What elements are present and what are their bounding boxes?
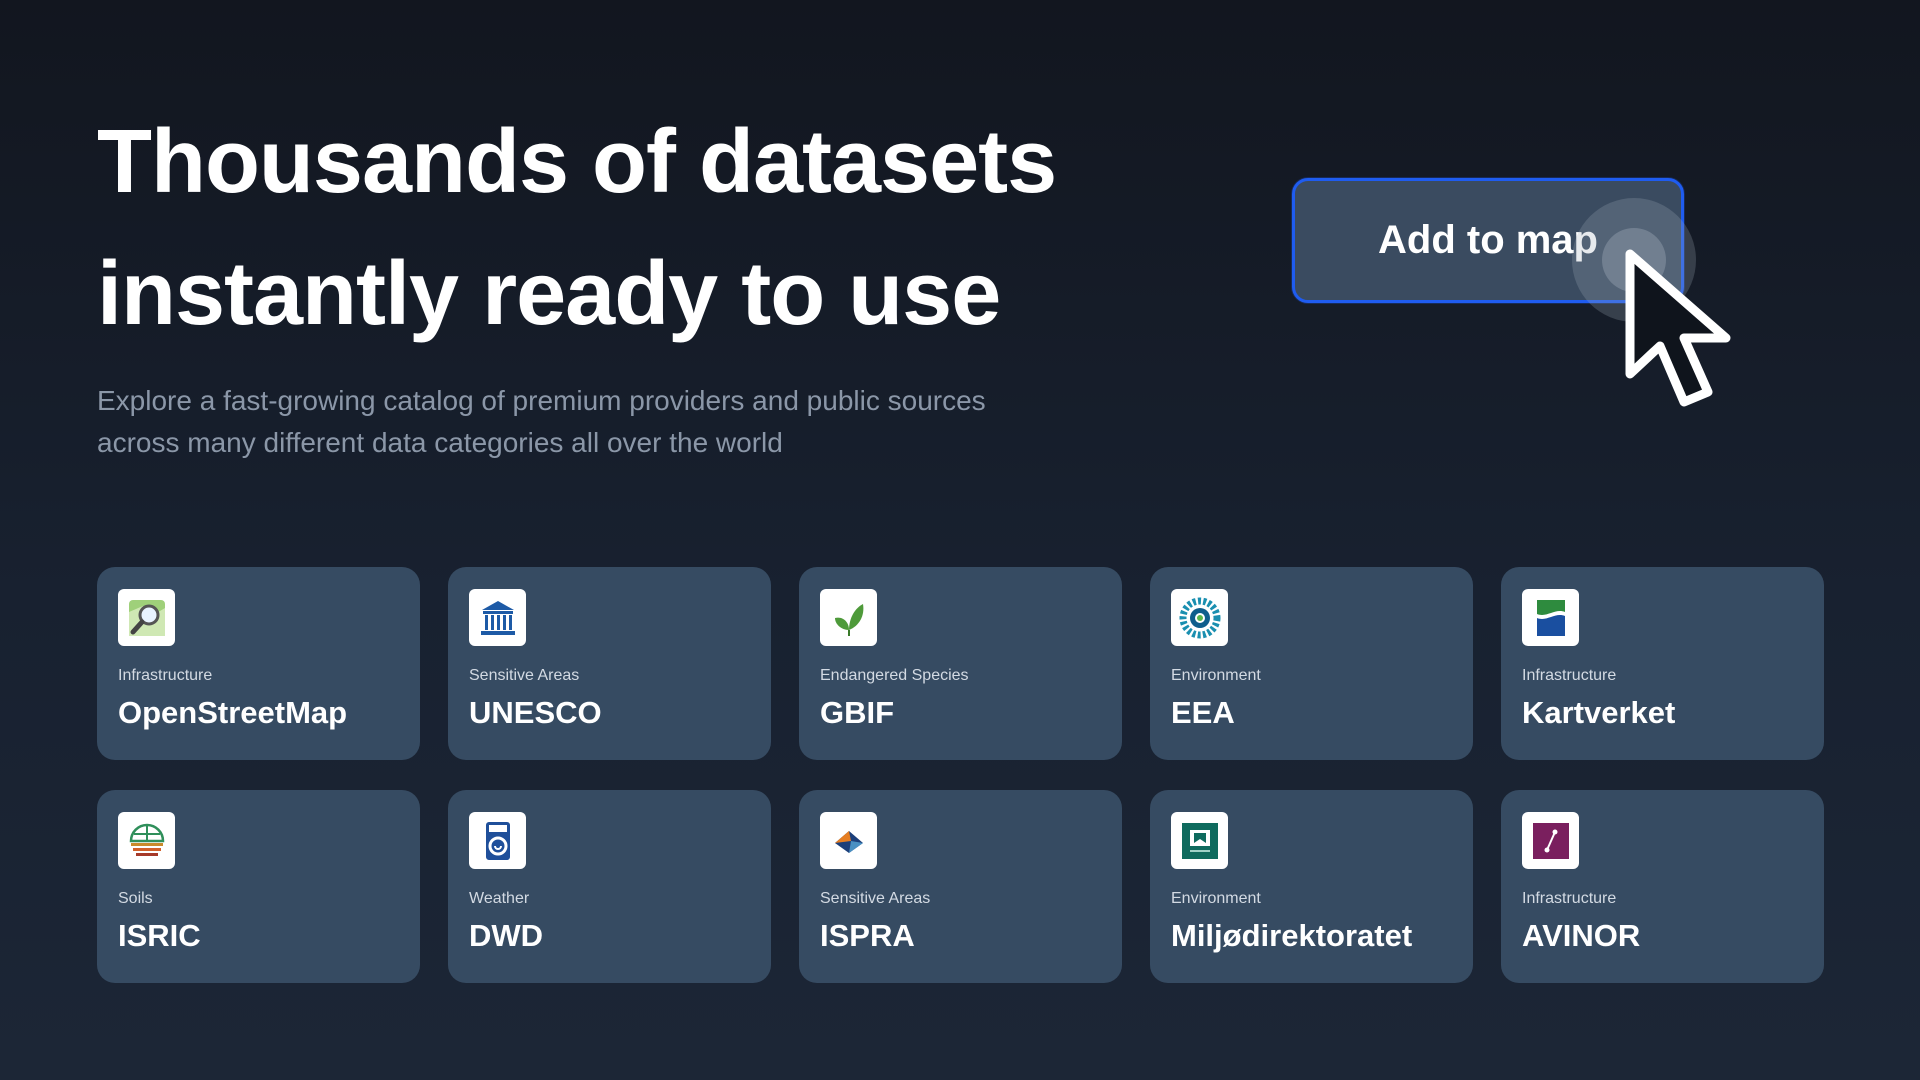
subtitle-line-1: Explore a fast-growing catalog of premiu…	[97, 385, 986, 416]
provider-name: GBIF	[820, 695, 895, 730]
provider-category: Sensitive Areas	[820, 890, 931, 907]
unesco-logo-icon	[469, 589, 526, 646]
provider-card-eea[interactable]: Environment EEA	[1150, 567, 1473, 760]
provider-category: Weather	[469, 890, 530, 907]
provider-category: Environment	[1171, 667, 1261, 684]
provider-category: Infrastructure	[118, 667, 213, 684]
provider-name: EEA	[1171, 695, 1235, 730]
eea-logo-icon	[1171, 589, 1228, 646]
mouse-pointer-icon	[1625, 249, 1731, 407]
ispra-logo-icon	[820, 812, 877, 869]
provider-name: OpenStreetMap	[118, 695, 348, 730]
provider-card-ispra[interactable]: Sensitive Areas ISPRA	[799, 790, 1122, 983]
provider-card-isric[interactable]: Soils ISRIC	[97, 790, 420, 983]
openstreetmap-logo-icon	[118, 589, 175, 646]
provider-grid: Infrastructure OpenStreetMap Sensitive A…	[97, 567, 1824, 983]
isric-logo-icon	[118, 812, 175, 869]
provider-name: AVINOR	[1522, 918, 1641, 953]
kartverket-logo-icon	[1522, 589, 1579, 646]
provider-category: Infrastructure	[1522, 890, 1617, 907]
gbif-logo-icon	[820, 589, 877, 646]
page-headline: Thousands of datasets instantly ready to…	[97, 96, 1197, 360]
provider-card-miljodirektoratet[interactable]: Environment Miljødirektoratet	[1150, 790, 1473, 983]
provider-name: DWD	[469, 918, 544, 953]
provider-card-dwd[interactable]: Weather DWD	[448, 790, 771, 983]
subtitle-line-2: across many different data categories al…	[97, 427, 783, 458]
miljodirektoratet-logo-icon	[1171, 812, 1228, 869]
provider-category: Sensitive Areas	[469, 667, 580, 684]
provider-card-kartverket[interactable]: Infrastructure Kartverket	[1501, 567, 1824, 760]
provider-name: ISRIC	[118, 918, 201, 953]
provider-name: UNESCO	[469, 695, 602, 730]
provider-card-gbif[interactable]: Endangered Species GBIF	[799, 567, 1122, 760]
provider-card-openstreetmap[interactable]: Infrastructure OpenStreetMap	[97, 567, 420, 760]
provider-name: ISPRA	[820, 918, 915, 953]
headline-line-2: instantly ready to use	[97, 244, 1001, 344]
provider-category: Infrastructure	[1522, 667, 1617, 684]
provider-card-unesco[interactable]: Sensitive Areas UNESCO	[448, 567, 771, 760]
page-subtitle: Explore a fast-growing catalog of premiu…	[97, 380, 1147, 464]
headline-line-1: Thousands of datasets	[97, 112, 1057, 212]
provider-name: Miljødirektoratet	[1171, 918, 1413, 953]
provider-card-avinor[interactable]: Infrastructure AVINOR	[1501, 790, 1824, 983]
avinor-logo-icon	[1522, 812, 1579, 869]
provider-category: Environment	[1171, 890, 1261, 907]
dwd-logo-icon	[469, 812, 526, 869]
provider-category: Endangered Species	[820, 667, 969, 684]
provider-name: Kartverket	[1522, 695, 1676, 730]
provider-category: Soils	[118, 890, 153, 907]
